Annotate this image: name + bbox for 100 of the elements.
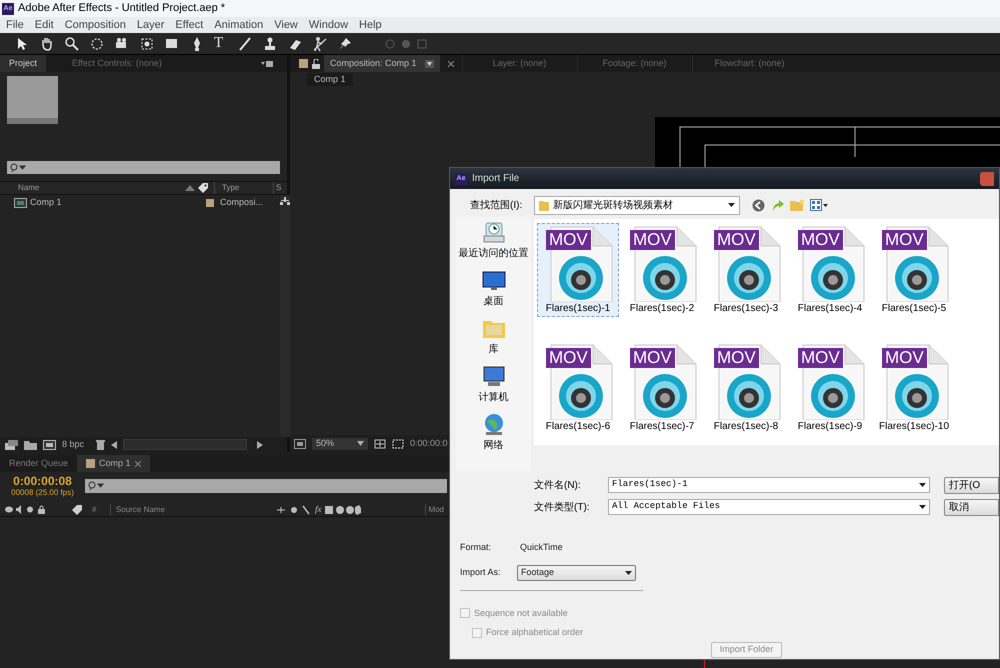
column-header[interactable]: Type	[214, 182, 273, 194]
comp-thumbnail	[7, 76, 58, 124]
caret-icon	[625, 570, 632, 574]
thumbnail-tile[interactable]: MOV Flares(1sec)-3	[705, 223, 787, 317]
panel-menu-icon[interactable]	[261, 60, 273, 68]
file-name-field[interactable]: Flares(1sec)-1	[608, 477, 930, 493]
type-tool[interactable]: T	[214, 36, 228, 51]
caret-icon	[728, 203, 735, 207]
file-type-label: MOV	[546, 348, 591, 368]
sort-ascending-icon[interactable]	[185, 185, 195, 191]
menu-item[interactable]: Window	[308, 20, 348, 30]
menu-item[interactable]: Layer	[136, 20, 164, 30]
places-item[interactable]: 网络	[482, 413, 506, 453]
menu-item[interactable]: Edit	[34, 20, 54, 30]
field-label: Import As:	[460, 566, 502, 579]
view-menu-icon[interactable]	[810, 199, 828, 211]
scroll-right-icon[interactable]	[257, 440, 264, 448]
lock-icon[interactable]	[312, 58, 320, 68]
format-value: QuickTime	[520, 541, 563, 554]
thumbnail-tile[interactable]: MOV Flares(1sec)-2	[621, 223, 703, 317]
menu-item[interactable]: Help	[359, 20, 382, 30]
grid-icon[interactable]	[374, 438, 386, 448]
panel-tab[interactable]: Project	[0, 55, 46, 72]
label-color-swatch	[206, 198, 214, 206]
rotate-icon[interactable]	[89, 36, 105, 52]
menu-item[interactable]: Composition	[64, 20, 126, 30]
flowchart-icon[interactable]	[280, 197, 290, 206]
zoom-icon[interactable]	[64, 36, 80, 52]
pan-behind-icon[interactable]	[139, 36, 155, 52]
thumbnail-tile[interactable]: MOV Flares(1sec)-10	[873, 341, 955, 435]
places-item[interactable]: 最近访问的位置	[458, 221, 528, 261]
field-label: 查找范围(I):	[469, 198, 524, 212]
column-header[interactable]: Mod	[425, 504, 444, 516]
menu-item[interactable]: Effect	[175, 20, 204, 30]
thumbnail-tile[interactable]: MOV Flares(1sec)-6	[537, 341, 619, 435]
places-item[interactable]: 库	[482, 317, 506, 357]
places-item[interactable]: 桌面	[482, 269, 506, 309]
menu-item[interactable]: Animation	[214, 20, 264, 30]
cancel-button[interactable]: 取消	[944, 498, 999, 516]
timecode-display[interactable]: 0:00:00:0	[410, 436, 448, 450]
menu-item[interactable]: File	[6, 20, 24, 30]
zoom-dropdown[interactable]: 50%	[312, 438, 368, 450]
column-header[interactable]: #	[86, 504, 106, 516]
desktop-place-icon	[482, 269, 506, 292]
composition-icon[interactable]	[43, 440, 56, 450]
folder-icon	[539, 199, 549, 211]
file-type-label: MOV	[630, 230, 675, 250]
window-title: Adobe After Effects - Untitled Project.aep *	[18, 3, 226, 14]
file-type-dropdown[interactable]: All Acceptable Files	[608, 499, 930, 515]
panel-tab[interactable]: Composition: Comp 1	[324, 55, 440, 72]
breadcrumb-tab[interactable]: Comp 1	[307, 73, 353, 86]
thumbnail-tile[interactable]: MOV Flares(1sec)-8	[705, 341, 787, 435]
dialog-title: Import File	[472, 172, 520, 186]
thumbnail-tile[interactable]: MOV Flares(1sec)-9	[789, 341, 871, 435]
panel-tab[interactable]: Render Queue	[0, 455, 78, 472]
column-header[interactable]: Source Name	[110, 504, 273, 516]
import-as-dropdown[interactable]: Footage	[517, 564, 636, 580]
composition-icon	[14, 198, 27, 208]
dropdown-icon[interactable]	[424, 60, 434, 68]
magnification-icon[interactable]	[294, 438, 306, 448]
bit-depth-button[interactable]: 8 bpc	[62, 440, 84, 449]
scrollbar[interactable]	[280, 195, 290, 437]
menu-item[interactable]: View	[274, 20, 298, 30]
computer-place-icon	[482, 365, 506, 388]
look-in-dropdown[interactable]: 新版闪耀光斑转场视频素材	[534, 196, 740, 214]
mask-boundary-icon[interactable]	[392, 438, 404, 448]
column-header[interactable]: S	[273, 182, 282, 194]
thumbnail-tile[interactable]: MOV Flares(1sec)-4	[789, 223, 871, 317]
puppet-icon[interactable]	[312, 36, 328, 52]
stamp-icon[interactable]	[262, 36, 278, 52]
file-type-label: MOV	[882, 230, 927, 250]
current-time[interactable]: 0:00:00:08	[13, 474, 72, 488]
back-icon[interactable]	[752, 198, 765, 212]
interpret-footage-icon[interactable]	[5, 440, 18, 450]
places-item[interactable]: 计算机	[478, 365, 508, 405]
open-button[interactable]: 打开(O	[944, 476, 999, 494]
caret-icon	[357, 441, 364, 446]
scroll-left-icon[interactable]	[111, 440, 118, 448]
thumbnail-tile[interactable]: MOV Flares(1sec)-1	[537, 223, 619, 317]
panel-tab[interactable]: Comp 1	[77, 455, 150, 472]
thumbnail-tile[interactable]: MOV Flares(1sec)-5	[873, 223, 955, 317]
brush-icon[interactable]	[237, 36, 253, 52]
close-button[interactable]	[980, 172, 994, 186]
close-icon	[134, 460, 141, 466]
search-field[interactable]	[7, 161, 280, 174]
column-header[interactable]: Name	[0, 182, 185, 194]
file-type-label: MOV	[714, 230, 759, 250]
folder-icon[interactable]	[24, 440, 37, 450]
horizontal-scrollbar[interactable]	[123, 439, 248, 450]
search-field[interactable]	[85, 479, 447, 493]
pin-icon[interactable]	[337, 36, 353, 52]
thumbnail-tile[interactable]: MOV Flares(1sec)-7	[621, 341, 703, 435]
close-icon[interactable]	[448, 60, 454, 66]
layer-property-switches-icon	[277, 504, 361, 514]
field-label: Format:	[460, 541, 492, 554]
file-type-label: MOV	[798, 348, 843, 368]
item-name[interactable]: Comp 1	[30, 196, 206, 210]
frame-rate-info: 00008 (25.00 fps)	[11, 488, 74, 498]
trash-icon[interactable]	[96, 439, 106, 450]
file-type-label: MOV	[546, 230, 591, 250]
